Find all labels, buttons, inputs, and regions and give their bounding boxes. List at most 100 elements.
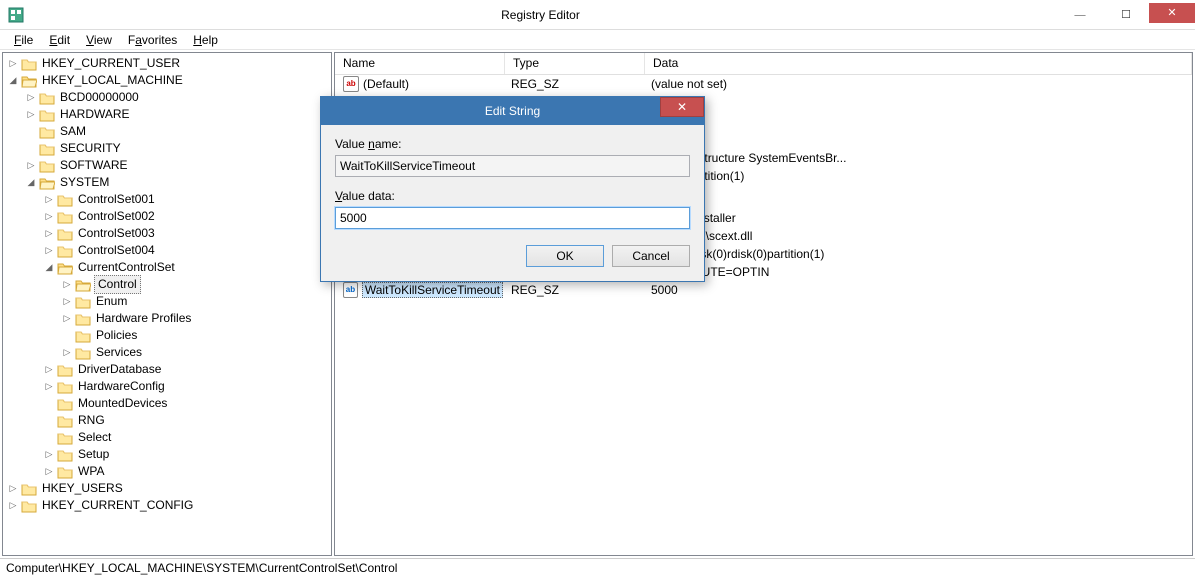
expander-icon[interactable]: ▷ — [43, 211, 55, 223]
cell-type: REG_SZ — [507, 283, 647, 297]
col-name[interactable]: Name — [335, 53, 505, 74]
tree-node[interactable]: CurrentControlSet — [76, 259, 177, 276]
folder-icon — [21, 74, 37, 88]
cell-type: REG_SZ — [507, 77, 647, 91]
tree-node[interactable]: Enum — [94, 293, 129, 310]
folder-icon — [39, 176, 55, 190]
ok-button[interactable]: OK — [526, 245, 604, 267]
tree-node-hklm[interactable]: HKEY_LOCAL_MACHINE — [40, 72, 185, 89]
tree-node-selected[interactable]: Control — [94, 275, 141, 294]
menu-favorites[interactable]: Favorites — [120, 31, 185, 49]
tree-node[interactable]: Setup — [76, 446, 111, 463]
tree-node[interactable]: Hardware Profiles — [94, 310, 193, 327]
tree-node[interactable]: SECURITY — [58, 140, 123, 157]
registry-tree: ▷ HKEY_CURRENT_USER ◢ HKEY_LOCAL_MACHINE ▷… — [3, 55, 331, 514]
expander-icon[interactable]: ◢ — [7, 75, 19, 87]
tree-pane[interactable]: ▷ HKEY_CURRENT_USER ◢ HKEY_LOCAL_MACHINE ▷… — [2, 52, 332, 556]
window-controls: — ☐ ✕ — [1057, 3, 1195, 27]
tree-node[interactable]: WPA — [76, 463, 106, 480]
expander-icon[interactable]: ▷ — [43, 228, 55, 240]
expander-icon[interactable]: ▷ — [61, 296, 73, 308]
dialog-buttons: OK Cancel — [335, 245, 690, 267]
list-row[interactable]: ab(Default)REG_SZ(value not set) — [335, 75, 1192, 92]
tree-node[interactable]: Services — [94, 344, 144, 361]
folder-icon — [57, 193, 73, 207]
status-path: Computer\HKEY_LOCAL_MACHINE\SYSTEM\Curre… — [6, 561, 397, 575]
expander-icon[interactable]: ▷ — [61, 279, 73, 291]
menu-help[interactable]: Help — [185, 31, 226, 49]
tree-node[interactable]: ControlSet004 — [76, 242, 157, 259]
statusbar: Computer\HKEY_LOCAL_MACHINE\SYSTEM\Curre… — [0, 558, 1195, 576]
dialog-title: Edit String — [485, 104, 540, 118]
value-name-input[interactable] — [335, 155, 690, 177]
menu-edit[interactable]: Edit — [41, 31, 78, 49]
tree-node[interactable]: BCD00000000 — [58, 89, 141, 106]
folder-icon — [21, 499, 37, 513]
folder-icon — [75, 278, 91, 292]
expander-icon[interactable]: ▷ — [25, 92, 37, 104]
expander-icon[interactable]: ◢ — [43, 262, 55, 274]
col-data[interactable]: Data — [645, 53, 1192, 74]
tree-node[interactable]: RNG — [76, 412, 107, 429]
menu-file[interactable]: File — [6, 31, 41, 49]
expander-icon[interactable]: ▷ — [43, 449, 55, 461]
dialog-titlebar[interactable]: Edit String ✕ — [321, 97, 704, 125]
dialog-close-button[interactable]: ✕ — [660, 97, 704, 117]
tree-node[interactable]: ControlSet001 — [76, 191, 157, 208]
folder-icon — [21, 482, 37, 496]
tree-node[interactable]: SAM — [58, 123, 88, 140]
tree-node[interactable]: Policies — [94, 327, 139, 344]
list-header: Name Type Data — [335, 53, 1192, 75]
tree-node[interactable]: SYSTEM — [58, 174, 111, 191]
cell-data: okerInfrastructure SystemEventsBr... — [647, 151, 1192, 165]
cancel-button[interactable]: Cancel — [612, 245, 690, 267]
tree-node[interactable]: MountedDevices — [76, 395, 169, 412]
folder-icon — [39, 108, 55, 122]
folder-icon — [57, 431, 73, 445]
tree-node[interactable]: DriverDatabase — [76, 361, 163, 378]
expander-icon[interactable]: ◢ — [25, 177, 37, 189]
minimize-button[interactable]: — — [1057, 3, 1103, 27]
tree-node[interactable]: ControlSet003 — [76, 225, 157, 242]
tree-node-hkcu[interactable]: HKEY_CURRENT_USER — [40, 55, 182, 72]
cell-data: multi(0)disk(0)rdisk(0)partition(1) — [647, 247, 1192, 261]
expander-icon[interactable]: ▷ — [7, 483, 19, 495]
cell-data: 5000 — [647, 283, 1192, 297]
close-button[interactable]: ✕ — [1149, 3, 1195, 23]
expander-icon[interactable]: ▷ — [43, 381, 55, 393]
expander-icon[interactable]: ▷ — [7, 58, 19, 70]
expander-icon[interactable]: ▷ — [61, 347, 73, 359]
expander-icon[interactable]: ▷ — [43, 194, 55, 206]
folder-icon — [57, 210, 73, 224]
expander-icon[interactable]: ▷ — [43, 245, 55, 257]
expander-icon[interactable]: ▷ — [61, 313, 73, 325]
folder-icon — [57, 414, 73, 428]
tree-node[interactable]: Select — [76, 429, 113, 446]
maximize-button[interactable]: ☐ — [1103, 3, 1149, 27]
tree-node-hku[interactable]: HKEY_USERS — [40, 480, 125, 497]
titlebar: Registry Editor — ☐ ✕ — [0, 0, 1195, 30]
dialog-body: Value name: Value data: OK Cancel — [321, 125, 704, 281]
list-row[interactable]: abWaitToKillServiceTimeoutREG_SZ5000 — [335, 281, 1192, 298]
string-value-icon: ab — [343, 76, 359, 92]
expander-icon[interactable]: ▷ — [43, 364, 55, 376]
folder-icon — [57, 261, 73, 275]
expander-icon[interactable]: ▷ — [25, 109, 37, 121]
expander-icon[interactable]: ▷ — [25, 160, 37, 172]
folder-icon — [57, 397, 73, 411]
folder-icon — [39, 142, 55, 156]
tree-node[interactable]: HARDWARE — [58, 106, 132, 123]
folder-icon — [57, 380, 73, 394]
expander-icon[interactable]: ▷ — [43, 466, 55, 478]
value-data-input[interactable] — [335, 207, 690, 229]
tree-node[interactable]: SOFTWARE — [58, 157, 130, 174]
folder-icon — [75, 295, 91, 309]
tree-node[interactable]: ControlSet002 — [76, 208, 157, 225]
folder-icon — [75, 312, 91, 326]
expander-icon[interactable]: ▷ — [7, 500, 19, 512]
menu-view[interactable]: View — [78, 31, 120, 49]
tree-node[interactable]: HardwareConfig — [76, 378, 167, 395]
folder-icon — [21, 57, 37, 71]
tree-node-hkcc[interactable]: HKEY_CURRENT_CONFIG — [40, 497, 195, 514]
col-type[interactable]: Type — [505, 53, 645, 74]
